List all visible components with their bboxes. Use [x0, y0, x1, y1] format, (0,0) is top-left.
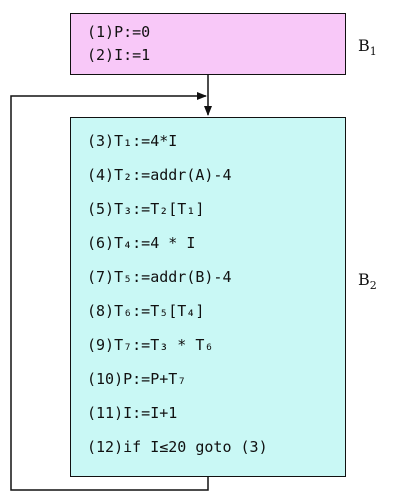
statement-11: (11)I:=I+1	[87, 404, 178, 422]
statement-12: (12)if I≤20 goto (3)	[87, 438, 268, 456]
statement-4: (4)T₂:=addr(A)-4	[87, 166, 232, 184]
statement-7: (7)T₅:=addr(B)-4	[87, 268, 232, 286]
statement-2: (2)I:=1	[87, 46, 151, 64]
statement-1: (1)P:=0	[87, 23, 151, 41]
statement-6: (6)T₄:=4 * I	[87, 234, 196, 252]
basic-block-b2: (3)T₁:=4*I (4)T₂:=addr(A)-4 (5)T₃:=T₂[T₁…	[70, 117, 346, 477]
flow-graph: (1)P:=0 (2)I:=1 B1 (3)T₁:=4*I (4)T₂:=add…	[0, 0, 400, 504]
statement-5: (5)T₃:=T₂[T₁]	[87, 200, 205, 218]
statement-3: (3)T₁:=4*I	[87, 132, 178, 150]
block-label-b1: B1	[358, 36, 377, 59]
basic-block-b1: (1)P:=0 (2)I:=1	[70, 13, 346, 75]
statement-9: (9)T₇:=T₃ * T₆	[87, 336, 214, 354]
statement-10: (10)P:=P+T₇	[87, 370, 187, 388]
block-label-b2: B2	[358, 270, 377, 293]
statement-8: (8)T₆:=T₅[T₄]	[87, 302, 205, 320]
